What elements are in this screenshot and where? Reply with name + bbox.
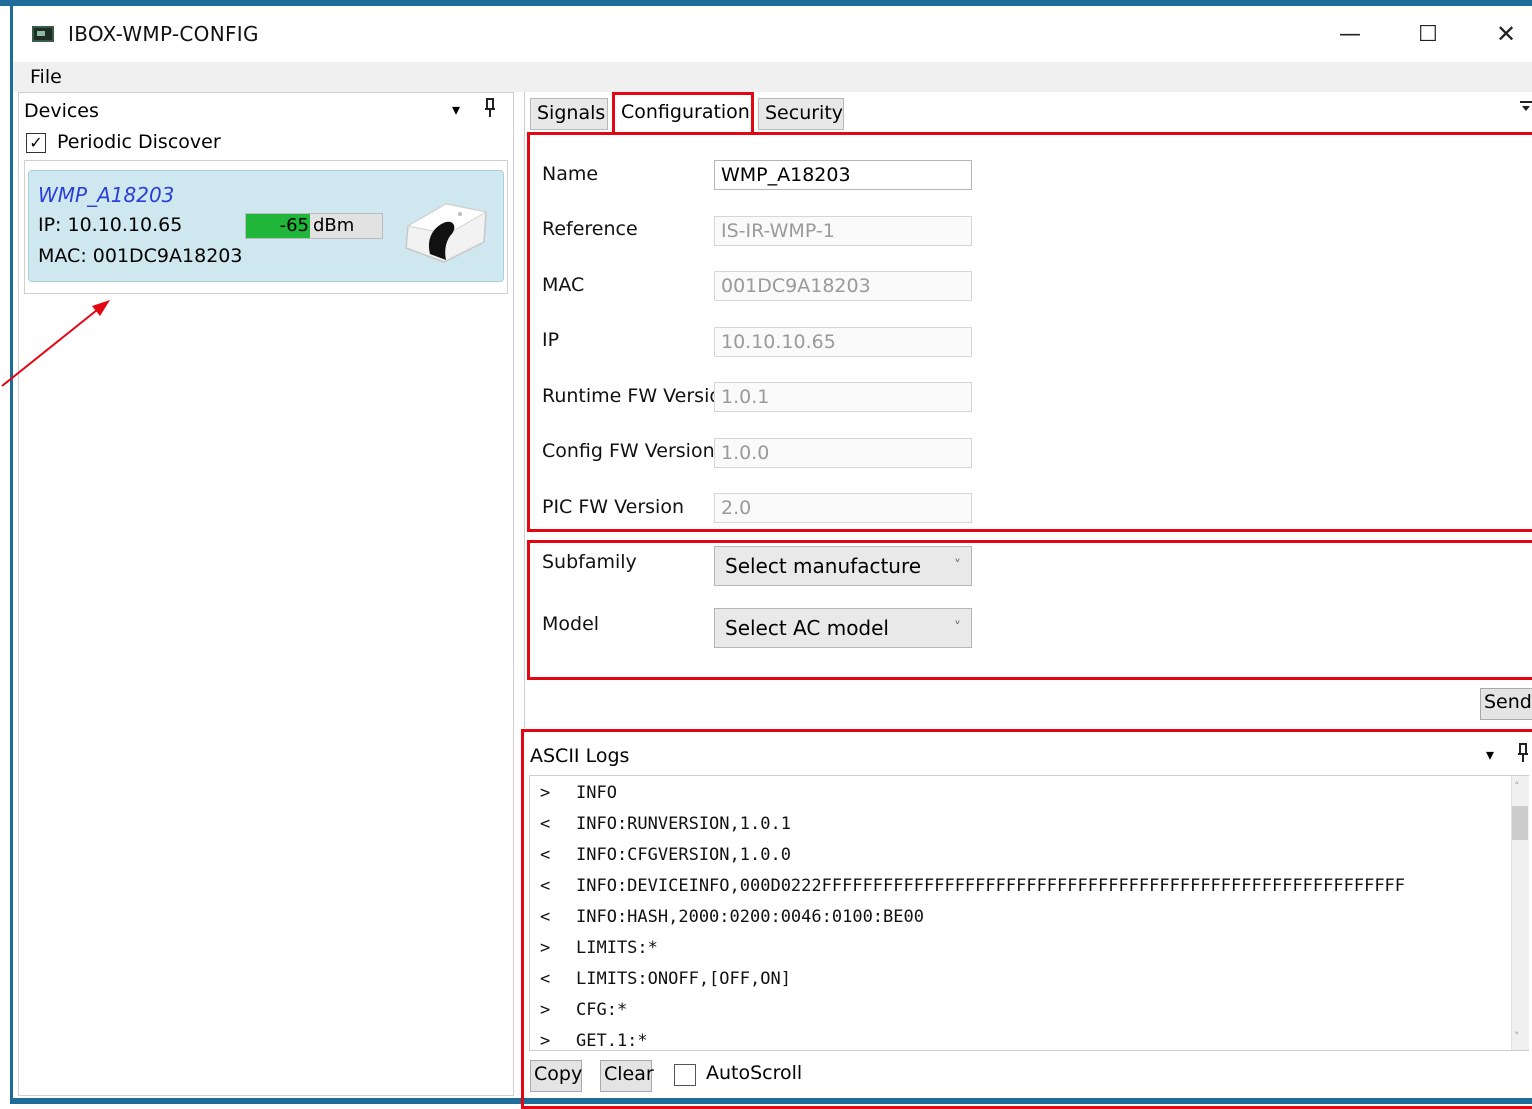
autoscroll-checkbox[interactable]: [674, 1064, 696, 1086]
device-mac: MAC: 001DC9A18203: [38, 245, 243, 267]
devices-pin-icon[interactable]: [484, 98, 496, 123]
config-fw-label: Config FW Version: [542, 440, 715, 462]
log-text: INFO:RUNVERSION,1.0.1: [576, 814, 791, 834]
menu-file[interactable]: File: [30, 66, 62, 88]
tab-configuration[interactable]: Configuration: [612, 92, 754, 132]
device-ip: IP: 10.10.10.65: [38, 214, 183, 236]
clear-button[interactable]: Clear: [600, 1060, 654, 1092]
ip-label: IP: [542, 329, 560, 351]
name-field[interactable]: WMP_A18203: [714, 160, 972, 190]
device-name: WMP_A18203: [38, 183, 175, 207]
log-direction: <: [540, 907, 551, 927]
minimize-button[interactable]: —: [1322, 14, 1378, 54]
minimize-icon: —: [1339, 21, 1361, 47]
window-border-left: [10, 0, 13, 1104]
runtime-fw-field: 1.0.1: [714, 382, 972, 412]
scroll-up-icon[interactable]: ˄: [1514, 780, 1520, 793]
mac-field: 001DC9A18203: [714, 271, 972, 301]
maximize-button[interactable]: ☐: [1400, 14, 1456, 54]
name-label: Name: [542, 163, 599, 185]
pin-icon: [485, 98, 495, 117]
tab-signals[interactable]: Signals: [530, 98, 608, 130]
reference-label: Reference: [542, 218, 638, 240]
window-title: IBOX-WMP-CONFIG: [68, 22, 259, 46]
app-window-icon: [32, 26, 54, 42]
reference-field: IS-IR-WMP-1: [714, 216, 972, 246]
annotation-box-device-info: [527, 132, 1532, 532]
log-text: CFG:*: [576, 1000, 628, 1020]
config-fw-field: 1.0.0: [714, 438, 972, 468]
check-icon: ✓: [29, 133, 43, 152]
log-line: < LIMITS:ONOFF,[OFF,ON]: [540, 969, 791, 989]
logs-dropdown-icon[interactable]: ▾: [1486, 745, 1494, 764]
log-direction: <: [540, 814, 551, 834]
chevron-down-icon: ˅: [954, 558, 961, 574]
log-direction: <: [540, 969, 551, 989]
log-direction: >: [540, 1031, 551, 1051]
mac-label: MAC: [542, 274, 585, 296]
log-direction: <: [540, 845, 551, 865]
subfamily-label: Subfamily: [542, 551, 637, 573]
pic-fw-field: 2.0: [714, 493, 972, 523]
log-line: < INFO:HASH,2000:0200:0046:0100:BE00: [540, 907, 924, 927]
autoscroll-label: AutoScroll: [706, 1062, 803, 1084]
close-button[interactable]: ✕: [1478, 14, 1532, 54]
periodic-discover-label: Periodic Discover: [57, 131, 221, 153]
log-line: < INFO:CFGVERSION,1.0.0: [540, 845, 791, 865]
log-line: < INFO:RUNVERSION,1.0.1: [540, 814, 791, 834]
log-text: INFO:CFGVERSION,1.0.0: [576, 845, 791, 865]
pin-icon: [1518, 743, 1528, 762]
log-text: INFO:DEVICEINFO,000D0222FFFFFFFFFFFFFFFF…: [576, 876, 1406, 896]
periodic-discover-checkbox[interactable]: ✓: [26, 133, 46, 153]
logs-panel-title: ASCII Logs: [530, 745, 630, 767]
log-text: GET.1:*: [576, 1031, 648, 1051]
devices-dropdown-icon[interactable]: ▾: [452, 100, 460, 119]
log-line: > LIMITS:*: [540, 938, 658, 958]
annotation-arrow: [1, 300, 110, 387]
log-line: > GET.1:*: [540, 1031, 648, 1051]
log-direction: >: [540, 783, 551, 803]
rssi-unit: dBm: [313, 215, 355, 236]
logs-pin-icon[interactable]: [1517, 743, 1529, 768]
tab-security[interactable]: Security: [758, 98, 844, 130]
log-direction: >: [540, 1000, 551, 1020]
devices-panel-title: Devices: [24, 100, 99, 122]
log-direction: >: [540, 938, 551, 958]
scroll-down-icon[interactable]: ˅: [1514, 1030, 1520, 1043]
log-text: LIMITS:ONOFF,[OFF,ON]: [576, 969, 791, 989]
model-select[interactable]: Select AC model ˅: [714, 608, 972, 648]
log-line: > INFO: [540, 783, 617, 803]
runtime-fw-label: Runtime FW Versio: [542, 385, 714, 407]
log-line: > CFG:*: [540, 1000, 627, 1020]
maximize-icon: ☐: [1418, 21, 1438, 47]
log-text: INFO:HASH,2000:0200:0046:0100:BE00: [576, 907, 924, 927]
send-button[interactable]: Send: [1480, 688, 1532, 720]
ip-field: 10.10.10.65: [714, 327, 972, 357]
menu-bar: [13, 62, 1532, 92]
tabs-menu-icon[interactable]: [1520, 100, 1532, 120]
logs-scrollbar-thumb[interactable]: [1512, 806, 1528, 840]
copy-button[interactable]: Copy: [530, 1060, 582, 1092]
annotation-box-model-selection: [527, 540, 1532, 680]
close-icon: ✕: [1495, 20, 1517, 48]
chevron-down-icon: ˅: [954, 620, 961, 636]
log-text: INFO: [576, 783, 617, 803]
log-text: LIMITS:*: [576, 938, 658, 958]
model-selected-value: Select AC model: [725, 616, 889, 640]
model-label: Model: [542, 613, 600, 635]
device-picture-icon: [400, 192, 488, 264]
pic-fw-label: PIC FW Version: [542, 496, 684, 518]
log-direction: <: [540, 876, 551, 896]
log-line: < INFO:DEVICEINFO,000D0222FFFFFFFFFFFFFFF…: [540, 876, 1405, 896]
subfamily-selected-value: Select manufacture: [725, 554, 922, 578]
subfamily-select[interactable]: Select manufacture ˅: [714, 546, 972, 586]
rssi-value: -65: [279, 215, 309, 236]
